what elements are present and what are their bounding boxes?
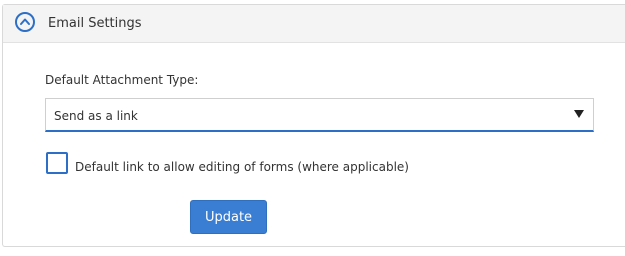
collapse-button[interactable] <box>15 12 35 32</box>
allow-editing-label[interactable]: Default link to allow editing of forms (… <box>75 160 409 174</box>
triangle-down-icon <box>574 110 584 118</box>
attachment-type-select[interactable]: Send as a link <box>45 98 594 132</box>
attachment-type-label: Default Attachment Type: <box>45 73 199 87</box>
panel-header[interactable]: Email Settings <box>3 5 625 43</box>
attachment-type-value: Send as a link <box>54 109 138 123</box>
chevron-up-icon <box>20 18 30 25</box>
allow-editing-checkbox[interactable] <box>46 152 68 174</box>
update-button[interactable]: Update <box>190 200 267 234</box>
panel-title: Email Settings <box>48 16 142 31</box>
